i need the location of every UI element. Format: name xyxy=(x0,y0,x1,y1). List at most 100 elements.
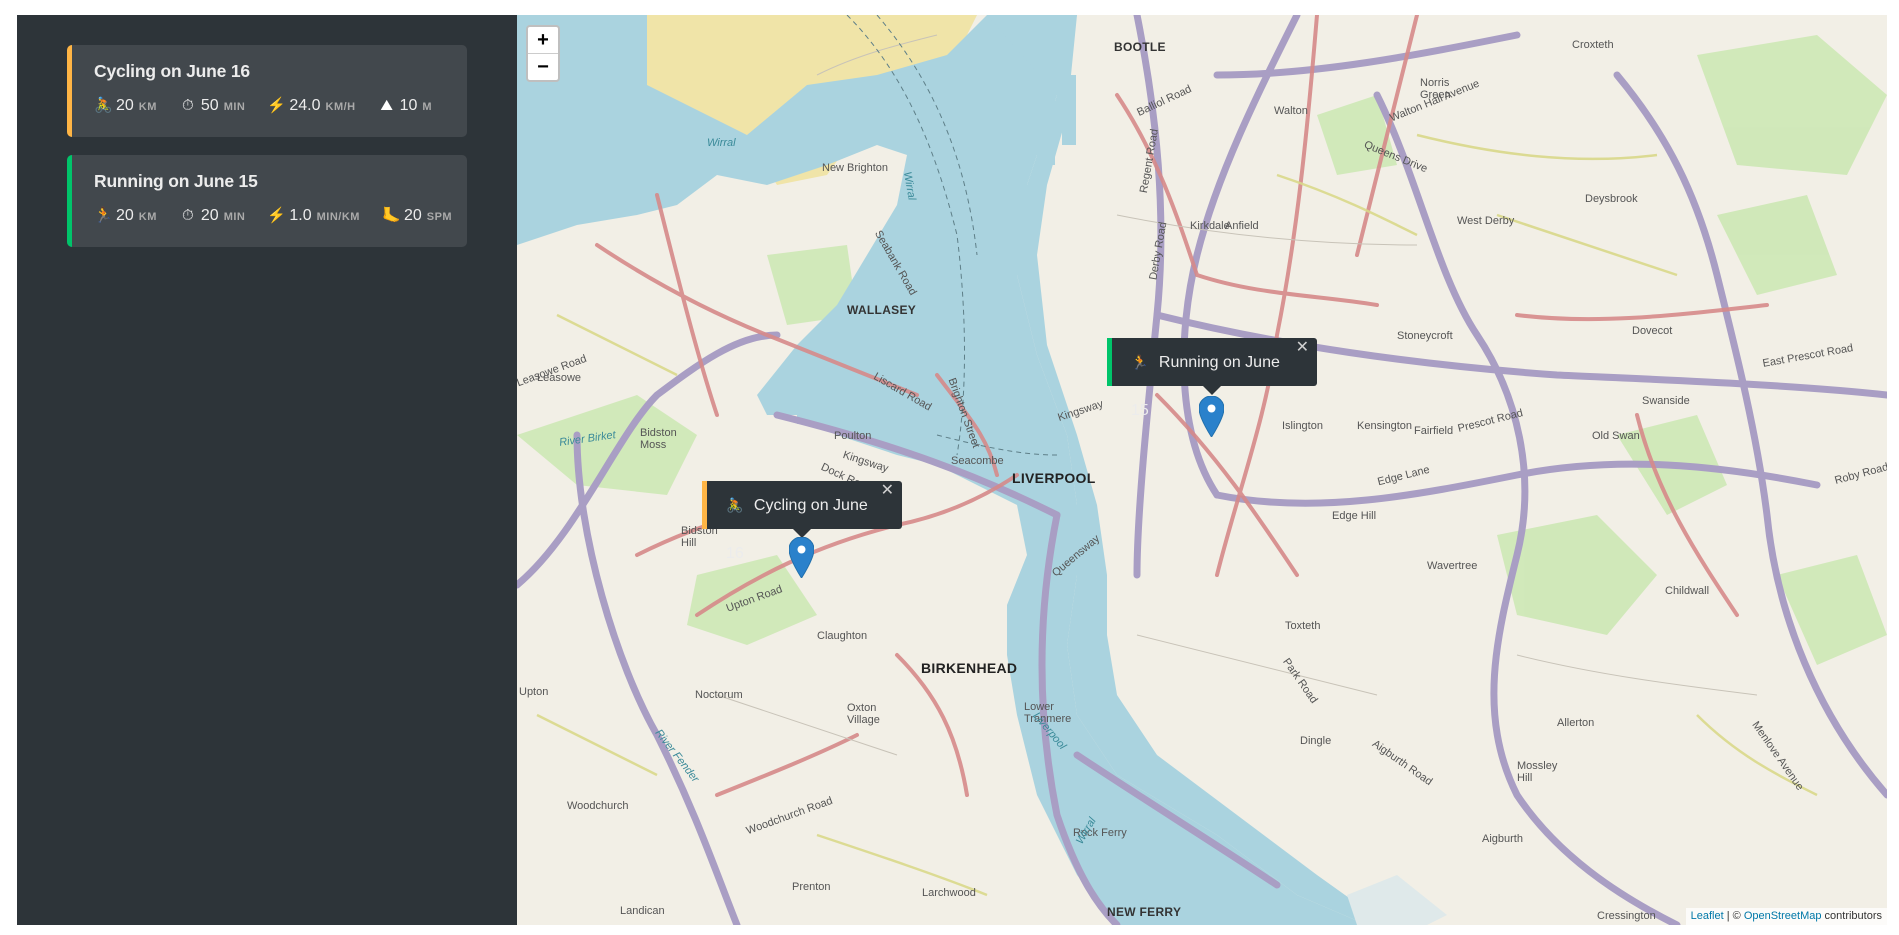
cycling-icon: 🚴 xyxy=(726,497,744,513)
detail-value: 1.0 xyxy=(289,207,312,224)
popup-tip xyxy=(1203,386,1221,395)
detail-distance: 🚴 20 KM xyxy=(94,96,157,115)
place-aigburth: Aigburth xyxy=(1482,833,1523,845)
place-croxteth: Croxteth xyxy=(1572,39,1614,51)
place-cressington: Cressington xyxy=(1597,910,1656,922)
place-kensington: Kensington xyxy=(1357,420,1413,432)
detail-unit: M xyxy=(422,101,433,113)
detail-unit: MIN xyxy=(223,101,246,113)
place-prenton: Prenton xyxy=(792,881,831,893)
place-woodchurch: Woodchurch xyxy=(567,800,629,812)
place-seacombe: Seacombe xyxy=(951,455,1004,467)
running-icon: 🏃 xyxy=(1131,354,1149,370)
stopwatch-icon: ⏱ xyxy=(182,207,194,224)
popup-accent-bar xyxy=(702,481,707,529)
place-new-ferry: NEW FERRY xyxy=(1107,905,1182,919)
place-upton: Upton xyxy=(519,686,549,698)
place-mossley-hill: Mossley Hill xyxy=(1517,760,1558,784)
place-noctorum: Noctorum xyxy=(695,689,743,701)
place-west-derby: West Derby xyxy=(1457,215,1515,227)
place-wavertree: Wavertree xyxy=(1427,560,1478,572)
workout-details: 🚴 20 KM ⏱ 50 MIN ⚡ 24.0 KM/H ⛰ 10 M xyxy=(94,96,445,115)
detail-value: 20 xyxy=(200,207,219,224)
place-anfield: Anfield xyxy=(1225,220,1259,232)
workout-title: Running on June 15 xyxy=(94,171,258,191)
water-wirral-1: Wirral xyxy=(707,137,736,149)
place-dingle: Dingle xyxy=(1300,735,1332,747)
detail-speed: ⚡ 24.0 KM/H xyxy=(267,96,355,115)
workout-item-running[interactable]: Running on June 15 🏃 20 KM ⏱ 20 MIN ⚡ 1.… xyxy=(67,155,467,247)
detail-distance: 🏃 20 KM xyxy=(94,206,157,225)
map[interactable]: LIVERPOOL BIRKENHEAD WALLASEY BOOTLE NEW… xyxy=(517,15,1887,925)
place-edge-hill: Edge Hill xyxy=(1332,510,1377,522)
detail-elevation: ⛰ 10 M xyxy=(378,97,432,115)
place-poulton: Poulton xyxy=(834,430,872,442)
workout-item-cycling[interactable]: Cycling on June 16 🚴 20 KM ⏱ 50 MIN ⚡ 24… xyxy=(67,45,467,137)
detail-unit: KM/H xyxy=(325,101,356,113)
place-stoneycroft: Stoneycroft xyxy=(1397,330,1453,342)
map-marker-running[interactable] xyxy=(1199,396,1224,437)
popup-accent-bar xyxy=(1107,338,1112,386)
place-islington: Islington xyxy=(1282,420,1323,432)
place-fairfield: Fairfield xyxy=(1414,425,1454,437)
mountain-icon: ⛰ xyxy=(380,97,393,114)
place-dovecot: Dovecot xyxy=(1632,325,1673,337)
openstreetmap-link[interactable]: OpenStreetMap xyxy=(1744,910,1822,922)
place-wallasey: WALLASEY xyxy=(847,303,917,317)
workout-list: Cycling on June 16 🚴 20 KM ⏱ 50 MIN ⚡ 24… xyxy=(67,45,467,265)
detail-duration: ⏱ 20 MIN xyxy=(179,207,245,225)
close-icon[interactable]: ✕ xyxy=(881,467,894,515)
detail-pace: ⚡ 1.0 MIN/KM xyxy=(267,206,360,225)
place-toxteth: Toxteth xyxy=(1285,620,1321,632)
popup-cycling: 🚴 Cycling on June 16 ✕ xyxy=(702,481,902,562)
detail-unit: MIN xyxy=(223,211,246,223)
lightning-icon: ⚡ xyxy=(267,207,287,224)
detail-value: 10 xyxy=(399,97,418,114)
lightning-icon: ⚡ xyxy=(267,97,287,114)
zoom-in-button[interactable]: + xyxy=(528,27,558,53)
detail-unit: MIN/KM xyxy=(316,211,360,223)
place-liverpool: LIVERPOOL xyxy=(1012,470,1096,486)
detail-value: 20 xyxy=(116,207,134,224)
attribution-separator: | © xyxy=(1723,910,1744,922)
place-bidston-moss: Bidston Moss xyxy=(640,427,677,451)
place-old-swan: Old Swan xyxy=(1592,430,1640,442)
leaflet-link[interactable]: Leaflet xyxy=(1691,910,1724,922)
app: Cycling on June 16 🚴 20 KM ⏱ 50 MIN ⚡ 24… xyxy=(17,15,1887,925)
close-icon[interactable]: ✕ xyxy=(1296,324,1309,372)
place-deysbrook: Deysbrook xyxy=(1585,193,1638,205)
place-swanside: Swanside xyxy=(1642,395,1690,407)
place-childwall: Childwall xyxy=(1665,585,1710,597)
detail-value: 24.0 xyxy=(289,97,321,114)
map-marker-cycling[interactable] xyxy=(789,537,814,578)
attribution-suffix: contributors xyxy=(1821,910,1882,922)
place-walton: Walton xyxy=(1274,105,1308,117)
detail-unit: KM xyxy=(138,211,157,223)
place-allerton: Allerton xyxy=(1557,717,1595,729)
detail-value: 50 xyxy=(200,97,219,114)
place-kirkdale: Kirkdale xyxy=(1190,220,1230,232)
place-new-brighton: New Brighton xyxy=(822,162,889,174)
place-birkenhead: BIRKENHEAD xyxy=(921,660,1018,676)
zoom-control: + − xyxy=(526,25,560,82)
footprint-icon: 🦶 xyxy=(381,207,401,224)
detail-unit: SPM xyxy=(426,211,453,223)
popup-running: 🏃 Running on June 15 ✕ xyxy=(1107,338,1317,419)
detail-duration: ⏱ 50 MIN xyxy=(179,97,245,115)
place-oxton-village: Oxton Village xyxy=(847,702,880,726)
stopwatch-icon: ⏱ xyxy=(182,97,194,114)
place-landican: Landican xyxy=(620,905,665,917)
place-bootle: BOOTLE xyxy=(1114,40,1166,54)
sidebar: Cycling on June 16 🚴 20 KM ⏱ 50 MIN ⚡ 24… xyxy=(17,15,517,925)
zoom-out-button[interactable]: − xyxy=(528,53,558,80)
detail-value: 20 xyxy=(116,97,134,114)
map-tiles xyxy=(517,15,1887,925)
place-larchwood: Larchwood xyxy=(922,887,976,899)
cycling-icon: 🚴 xyxy=(94,97,113,114)
place-claughton: Claughton xyxy=(817,630,868,642)
workout-title: Cycling on June 16 xyxy=(94,61,250,81)
workout-details: 🏃 20 KM ⏱ 20 MIN ⚡ 1.0 MIN/KM 🦶 20 SPM xyxy=(94,206,452,225)
running-icon: 🏃 xyxy=(94,207,113,224)
detail-value: 20 xyxy=(403,207,422,224)
map-attribution: Leaflet | © OpenStreetMap contributors xyxy=(1685,908,1887,925)
